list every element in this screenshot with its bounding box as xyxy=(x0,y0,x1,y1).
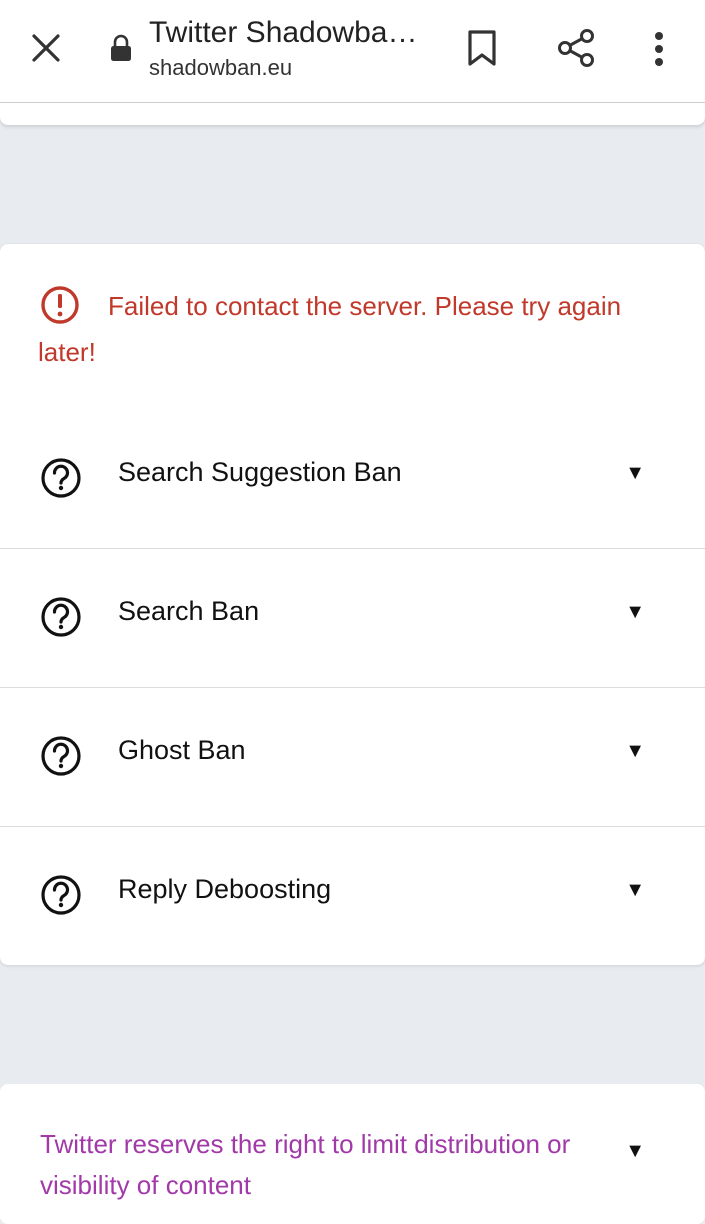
error-text: Failed to contact the server. Please try… xyxy=(38,291,622,367)
check-label: Search Suggestion Ban xyxy=(118,457,402,487)
check-row-search-suggestion-ban[interactable]: Search Suggestion Ban ▼ xyxy=(0,410,705,549)
check-row-search-ban[interactable]: Search Ban ▼ xyxy=(0,549,705,688)
caret-down-icon[interactable]: ▼ xyxy=(625,740,645,763)
check-label: Reply Deboosting xyxy=(118,874,332,904)
address-bar[interactable]: Twitter Shadowba… shadowban.eu xyxy=(149,14,429,82)
close-icon[interactable] xyxy=(30,32,62,64)
page-url: shadowban.eu xyxy=(149,55,293,80)
caret-down-icon[interactable]: ▼ xyxy=(625,601,645,624)
check-row-reply-deboosting[interactable]: Reply Deboosting ▼ xyxy=(0,827,705,965)
caret-down-icon[interactable]: ▼ xyxy=(625,1140,645,1163)
more-vert-icon[interactable] xyxy=(652,31,666,67)
check-label: Ghost Ban xyxy=(118,735,246,765)
help-circle-icon xyxy=(41,458,81,498)
check-label: Search Ban xyxy=(118,596,260,626)
help-circle-icon xyxy=(41,736,81,776)
error-circle-icon xyxy=(41,286,79,324)
error-message: Failed to contact the server. Please try… xyxy=(38,283,668,375)
bookmark-icon[interactable] xyxy=(467,29,497,67)
help-circle-icon xyxy=(41,597,81,637)
caret-down-icon[interactable]: ▼ xyxy=(625,462,645,485)
browser-toolbar: Twitter Shadowba… shadowban.eu xyxy=(0,0,705,103)
help-circle-icon xyxy=(41,875,81,915)
twitter-rights-note[interactable]: Twitter reserves the right to limit dist… xyxy=(40,1124,610,1206)
page-title: Twitter Shadowba… xyxy=(149,16,418,49)
caret-down-icon[interactable]: ▼ xyxy=(625,879,645,902)
previous-card-edge xyxy=(0,103,705,125)
check-row-ghost-ban[interactable]: Ghost Ban ▼ xyxy=(0,688,705,827)
share-icon[interactable] xyxy=(556,28,596,68)
lock-icon xyxy=(111,34,131,61)
